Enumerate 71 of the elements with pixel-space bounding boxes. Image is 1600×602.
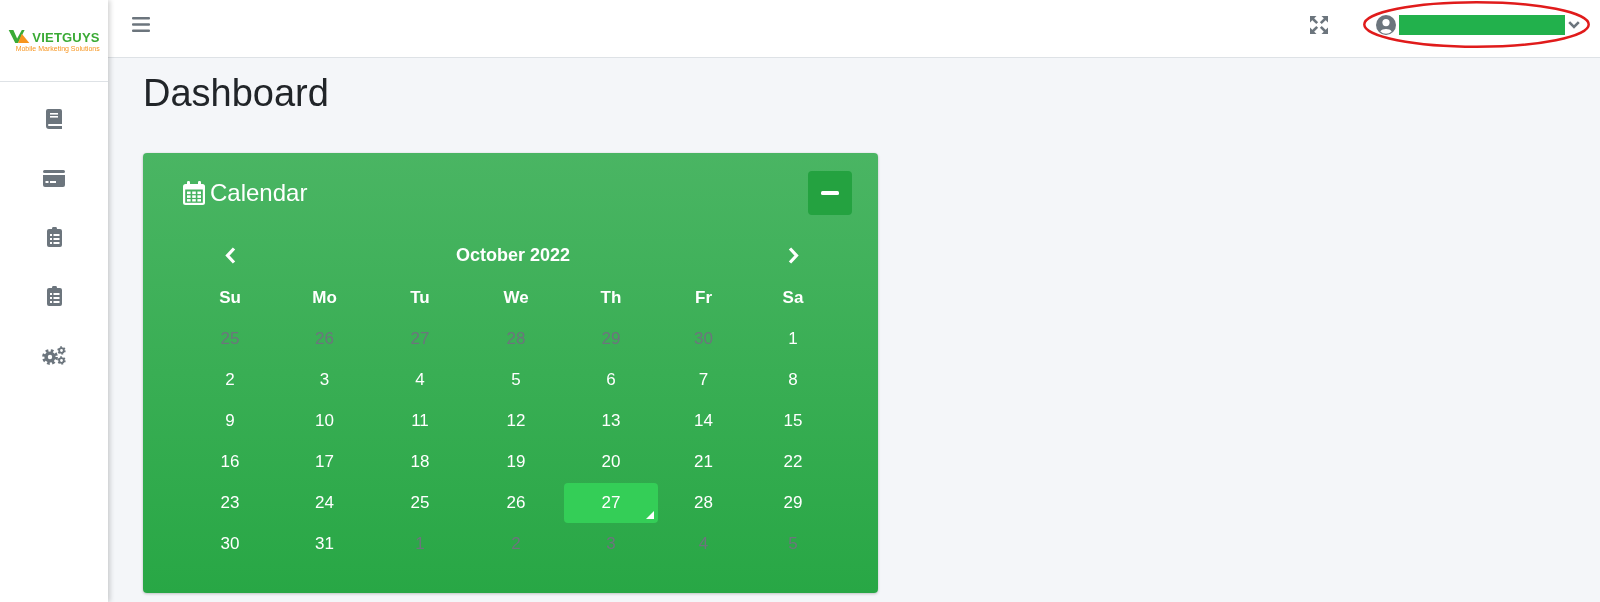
collapse-button[interactable] (808, 171, 852, 215)
card-title: Calendar (210, 179, 308, 207)
calendar-day[interactable]: 14 (658, 400, 749, 441)
weekday-label: Mo (312, 287, 337, 308)
calendar-day[interactable]: 7 (658, 359, 749, 400)
calendar-day[interactable]: 5 (749, 523, 837, 564)
page-title: Dashboard (143, 71, 329, 116)
clipboard-list-icon (46, 227, 62, 247)
calendar-day[interactable]: 4 (658, 523, 749, 564)
calendar-day[interactable]: 9 (183, 400, 277, 441)
calendar-day[interactable]: 17 (277, 441, 372, 482)
book-icon (46, 109, 62, 129)
calendar-day[interactable]: 2 (183, 359, 277, 400)
calendar-day[interactable]: 13 (564, 400, 658, 441)
calendar-day[interactable]: 22 (749, 441, 837, 482)
calendar-day[interactable]: 21 (658, 441, 749, 482)
calendar-day[interactable]: 2 (468, 523, 564, 564)
calendar-day[interactable]: 1 (372, 523, 468, 564)
calendar-day[interactable]: 20 (564, 441, 658, 482)
calendar-day[interactable]: 5 (468, 359, 564, 400)
chevron-down-icon (1568, 20, 1580, 29)
calendar-day[interactable]: 30 (183, 523, 277, 564)
calendar-day[interactable]: 27 (372, 318, 468, 359)
month-title[interactable]: October 2022 (455, 244, 571, 266)
calendar-day[interactable]: 16 (183, 441, 277, 482)
calendar-icon (183, 181, 205, 205)
logo-name: VIETGUYS (32, 30, 100, 44)
menu-icon (132, 17, 150, 32)
weekday-label: We (503, 287, 529, 308)
fullscreen-icon (1310, 15, 1328, 34)
calendar-day[interactable]: 25 (372, 482, 468, 523)
calendar-day[interactable]: 23 (183, 482, 277, 523)
calendar-day[interactable]: 27 (564, 482, 658, 523)
calendar-day[interactable]: 11 (372, 400, 468, 441)
calendar-day[interactable]: 31 (277, 523, 372, 564)
calendar-day[interactable]: 26 (277, 318, 372, 359)
calendar-day[interactable]: 3 (564, 523, 658, 564)
chevron-left-icon (224, 246, 236, 264)
weekday-label: Su (219, 287, 241, 308)
minus-icon (821, 191, 839, 195)
clipboard-list-icon (46, 286, 62, 306)
calendar-day[interactable]: 28 (658, 482, 749, 523)
weekday-label: Sa (782, 287, 804, 308)
calendar-day[interactable]: 8 (749, 359, 837, 400)
weekday-label: Th (600, 287, 622, 308)
weekday-label: Fr (695, 287, 712, 308)
gears-icon (42, 345, 66, 365)
calendar-day[interactable]: 1 (749, 318, 837, 359)
calendar-day[interactable]: 15 (749, 400, 837, 441)
calendar-day[interactable]: 29 (564, 318, 658, 359)
calendar-day[interactable]: 12 (468, 400, 564, 441)
user-menu-button[interactable] (1376, 14, 1580, 35)
credit-card-icon (43, 169, 65, 187)
calendar-day[interactable]: 24 (277, 482, 372, 523)
user-avatar-icon (1376, 14, 1396, 35)
calendar-day[interactable]: 3 (277, 359, 372, 400)
calendar-day[interactable]: 4 (372, 359, 468, 400)
chevron-right-icon (787, 246, 799, 264)
calendar-day[interactable]: 30 (658, 318, 749, 359)
calendar-day[interactable]: 29 (749, 482, 837, 523)
calendar-day[interactable]: 18 (372, 441, 468, 482)
calendar-day[interactable]: 28 (468, 318, 564, 359)
logo-icon (8, 28, 31, 44)
menu-button[interactable] (132, 17, 150, 32)
calendar-day[interactable]: 26 (468, 482, 564, 523)
calendar-day[interactable]: 10 (277, 400, 372, 441)
fullscreen-button[interactable] (1310, 15, 1328, 34)
calendar-day[interactable]: 25 (183, 318, 277, 359)
calendar-day[interactable]: 19 (468, 441, 564, 482)
calendar-day[interactable]: 6 (564, 359, 658, 400)
weekday-label: Tu (410, 287, 430, 308)
